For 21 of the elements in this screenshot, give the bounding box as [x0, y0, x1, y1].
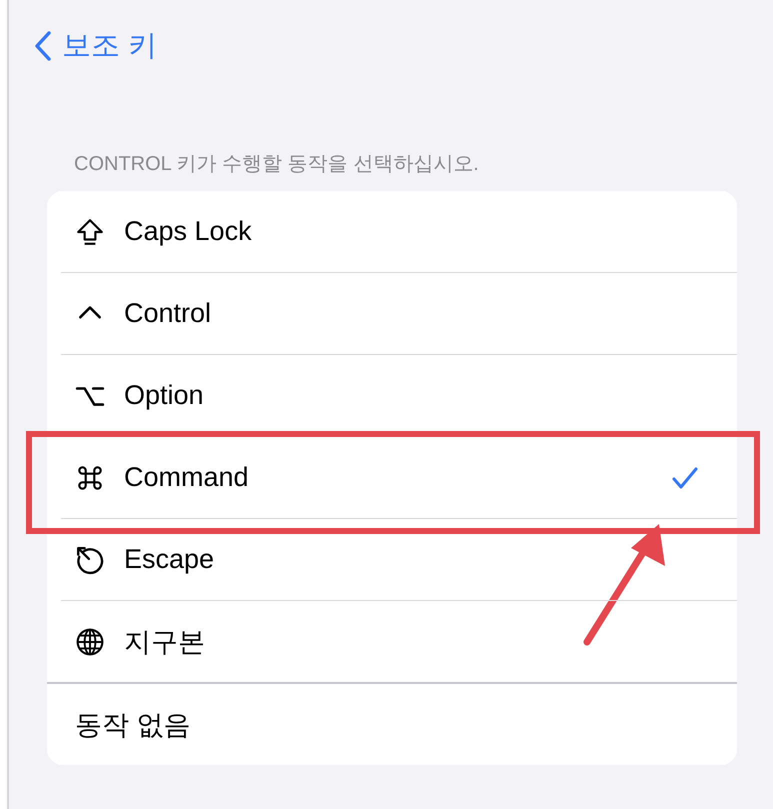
option-row[interactable]: Command [61, 436, 737, 518]
globe-icon [75, 626, 105, 656]
checkmark-icon [671, 464, 699, 490]
option-label: Option [124, 380, 204, 411]
caps-lock-icon [75, 216, 105, 246]
section-header: CONTROL 키가 수행할 동작을 선택하십시오. [74, 152, 480, 177]
escape-icon [75, 544, 105, 574]
option-label: Escape [124, 544, 214, 575]
option-label: 동작 없음 [75, 708, 191, 742]
option-label: 지구본 [124, 626, 205, 658]
back-button[interactable]: 보조 키 [34, 26, 158, 66]
option-label: Control [124, 298, 212, 329]
option-label: Caps Lock [124, 216, 252, 247]
option-row[interactable]: Control [61, 272, 737, 354]
option-row[interactable]: Caps Lock [61, 191, 737, 272]
chevron-left-icon [34, 30, 52, 62]
option-row[interactable]: Option [61, 354, 737, 436]
option-row[interactable]: 지구본 [61, 600, 737, 682]
option-row[interactable]: Escape [61, 518, 737, 600]
option-label: Command [124, 462, 249, 493]
option-row[interactable]: 동작 없음 [47, 682, 737, 765]
